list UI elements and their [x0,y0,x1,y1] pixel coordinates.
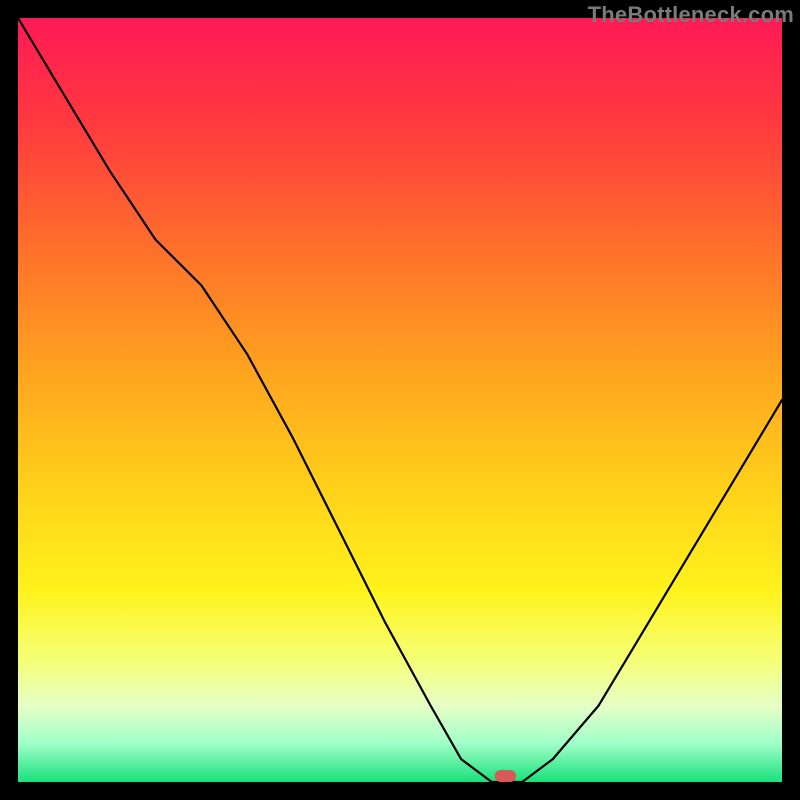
chart-stage: TheBottleneck.com [0,0,800,800]
chart-svg [18,18,782,782]
gradient-background [18,18,782,782]
watermark-text: TheBottleneck.com [588,2,794,28]
optimal-marker [495,770,516,782]
chart-plot [18,18,782,782]
